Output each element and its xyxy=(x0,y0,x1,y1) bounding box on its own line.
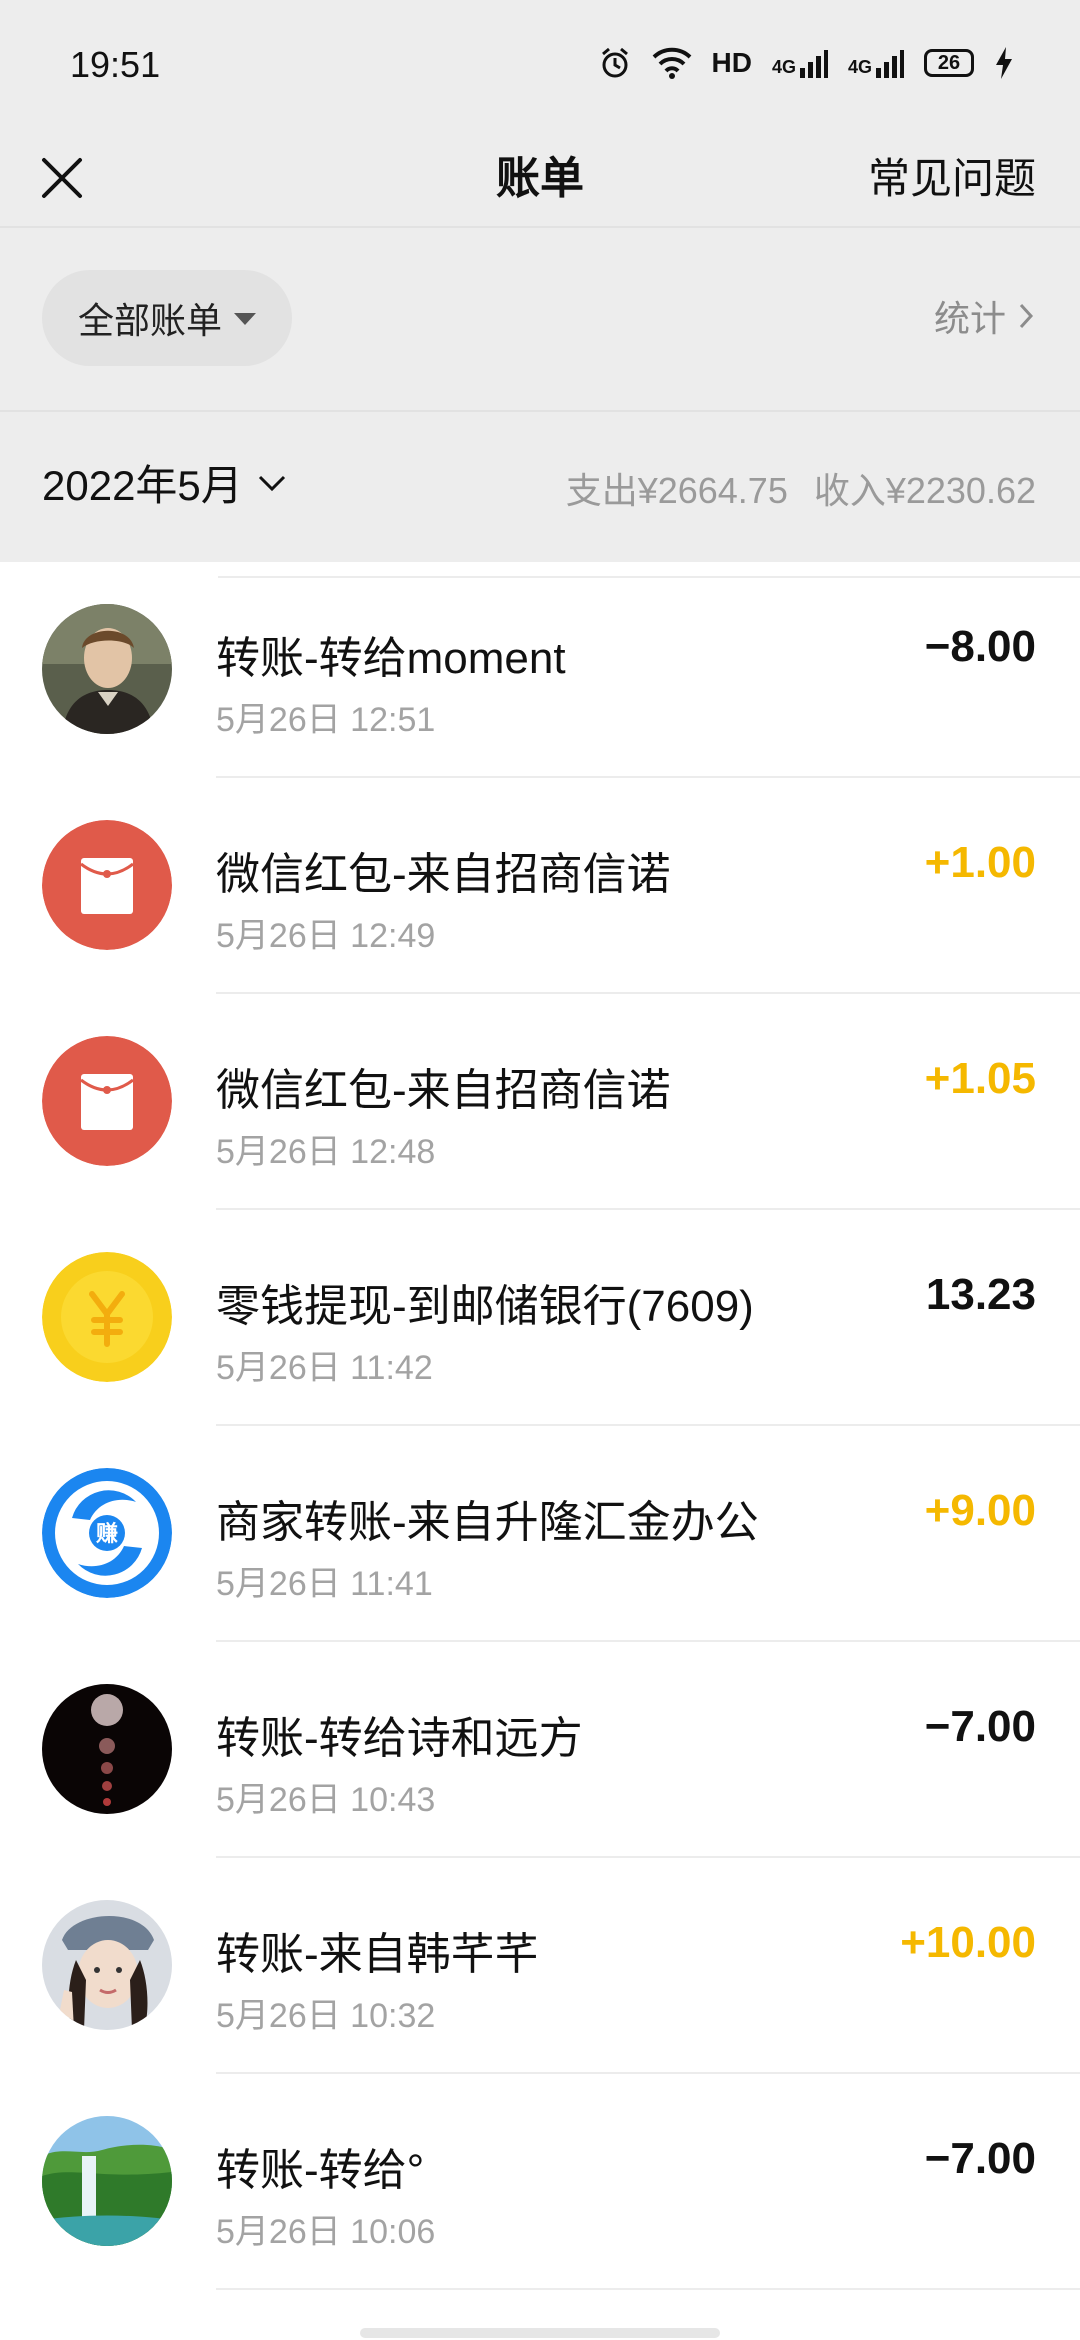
month-label: 2022年5月 xyxy=(42,462,243,509)
transaction-time: 5月26日 12:48 xyxy=(216,1133,436,1171)
bill-type-filter-label: 全部账单 xyxy=(77,300,222,341)
month-expense-total: 支出¥2664.75 xyxy=(565,470,788,511)
statistics-link[interactable]: 统计 xyxy=(934,290,1034,342)
statistics-label: 统计 xyxy=(933,298,1006,339)
girl-selfie-avatar xyxy=(42,1900,172,2030)
transaction-amount: −7.00 xyxy=(924,2134,1036,2183)
home-indicator[interactable] xyxy=(360,2328,720,2338)
transaction-title: 商家转账-来自升隆汇金办公 xyxy=(216,1498,759,1547)
faq-link[interactable]: 常见问题 xyxy=(868,132,1036,226)
battery-icon: 26 xyxy=(924,49,974,77)
transaction-amount: −7.00 xyxy=(924,1702,1036,1751)
transaction-time: 5月26日 10:32 xyxy=(216,1997,436,2035)
cell-signal-1-icon: 4G xyxy=(772,48,828,78)
transaction-title: 零钱提现-到邮储银行(7609) xyxy=(216,1282,754,1331)
wifi-icon xyxy=(652,47,692,79)
status-icons: HD 4G 4G 26 xyxy=(598,46,1014,80)
transaction-row[interactable]: 转账-转给诗和远方 5月26日 10:43 −7.00 xyxy=(0,1642,1080,1858)
charging-icon xyxy=(994,47,1014,79)
status-time: 19:51 xyxy=(70,44,161,85)
month-summary: 支出¥2664.75 收入¥2230.62 xyxy=(566,462,1036,514)
yuan-coin-icon xyxy=(42,1252,172,1382)
transaction-time: 5月26日 12:51 xyxy=(216,701,436,739)
merchant-avatar-text: 赚 xyxy=(96,1521,118,1547)
transaction-time: 5月26日 11:41 xyxy=(216,1565,433,1603)
transaction-title: 转账-转给moment xyxy=(216,634,566,683)
month-income-total: 收入¥2230.62 xyxy=(813,470,1036,511)
transaction-row[interactable]: 微信红包-来自招商信诺 5月26日 12:49 +1.00 xyxy=(0,778,1080,994)
transaction-amount: −8.00 xyxy=(924,622,1036,671)
transaction-title: 转账-来自韩芊芊 xyxy=(216,1930,539,1979)
filter-bar: 全部账单 统计 xyxy=(0,228,1080,410)
transaction-amount: +1.05 xyxy=(924,1054,1036,1103)
signal-1-label: 4G xyxy=(771,57,796,77)
transaction-title: 微信红包-来自招商信诺 xyxy=(216,850,671,899)
waterfall-landscape-avatar xyxy=(42,2116,172,2246)
transaction-row[interactable]: 转账-来自韩芊芊 5月26日 10:32 +10.00 xyxy=(0,1858,1080,2074)
transaction-amount: +10.00 xyxy=(900,1918,1036,1967)
transaction-amount: +1.00 xyxy=(924,838,1036,887)
chevron-right-icon xyxy=(1019,303,1034,329)
person-portrait-avatar xyxy=(42,604,172,734)
bill-type-filter-button[interactable]: 全部账单 xyxy=(42,270,292,366)
transaction-time: 5月26日 10:43 xyxy=(216,1781,436,1819)
transaction-list: 转账-转给moment 5月26日 12:51 −8.00 微信红包-来自招商信… xyxy=(0,562,1080,2340)
transaction-time: 5月26日 10:06 xyxy=(216,2213,436,2251)
transaction-title: 微信红包-来自招商信诺 xyxy=(216,1066,671,1115)
network-type-label: HD xyxy=(711,47,752,78)
red-packet-icon xyxy=(42,820,172,950)
red-packet-icon xyxy=(42,1036,172,1166)
transaction-amount: +9.00 xyxy=(924,1486,1036,1535)
month-selector[interactable]: 2022年5月 xyxy=(42,452,287,513)
merchant-earn-icon: 赚 xyxy=(42,1468,172,1598)
transaction-title: 转账-转给° xyxy=(216,2146,425,2195)
transaction-row[interactable]: 零钱提现-到邮储银行(7609) 5月26日 11:42 13.23 xyxy=(0,1210,1080,1426)
signal-2-label: 4G xyxy=(847,57,872,77)
transaction-amount: 13.23 xyxy=(925,1270,1036,1319)
battery-level: 26 xyxy=(937,51,961,74)
row-divider xyxy=(216,2288,1080,2290)
transaction-row[interactable]: 转账-转给° 5月26日 10:06 −7.00 xyxy=(0,2074,1080,2290)
transaction-title: 转账-转给诗和远方 xyxy=(216,1714,583,1763)
caret-down-icon xyxy=(234,313,256,325)
status-bar: 19:51 HD 4G 4G 26 xyxy=(0,0,1080,132)
transaction-time: 5月26日 12:49 xyxy=(216,917,436,955)
transaction-row[interactable]: 微信红包-来自招商信诺 5月26日 12:48 +1.05 xyxy=(0,994,1080,1210)
transaction-time: 5月26日 11:42 xyxy=(216,1349,433,1387)
month-bar: 2022年5月 支出¥2664.75 收入¥2230.62 xyxy=(0,412,1080,562)
transaction-row[interactable]: 赚 商家转账-来自升隆汇金办公 5月26日 11:41 +9.00 xyxy=(0,1426,1080,1642)
alarm-icon xyxy=(598,46,632,80)
chevron-down-icon xyxy=(258,475,285,491)
dark-planets-avatar xyxy=(42,1684,172,1814)
transaction-row[interactable]: 转账-转给moment 5月26日 12:51 −8.00 xyxy=(0,562,1080,778)
cell-signal-2-icon: 4G xyxy=(848,48,904,78)
header: 账单 常见问题 xyxy=(0,132,1080,226)
